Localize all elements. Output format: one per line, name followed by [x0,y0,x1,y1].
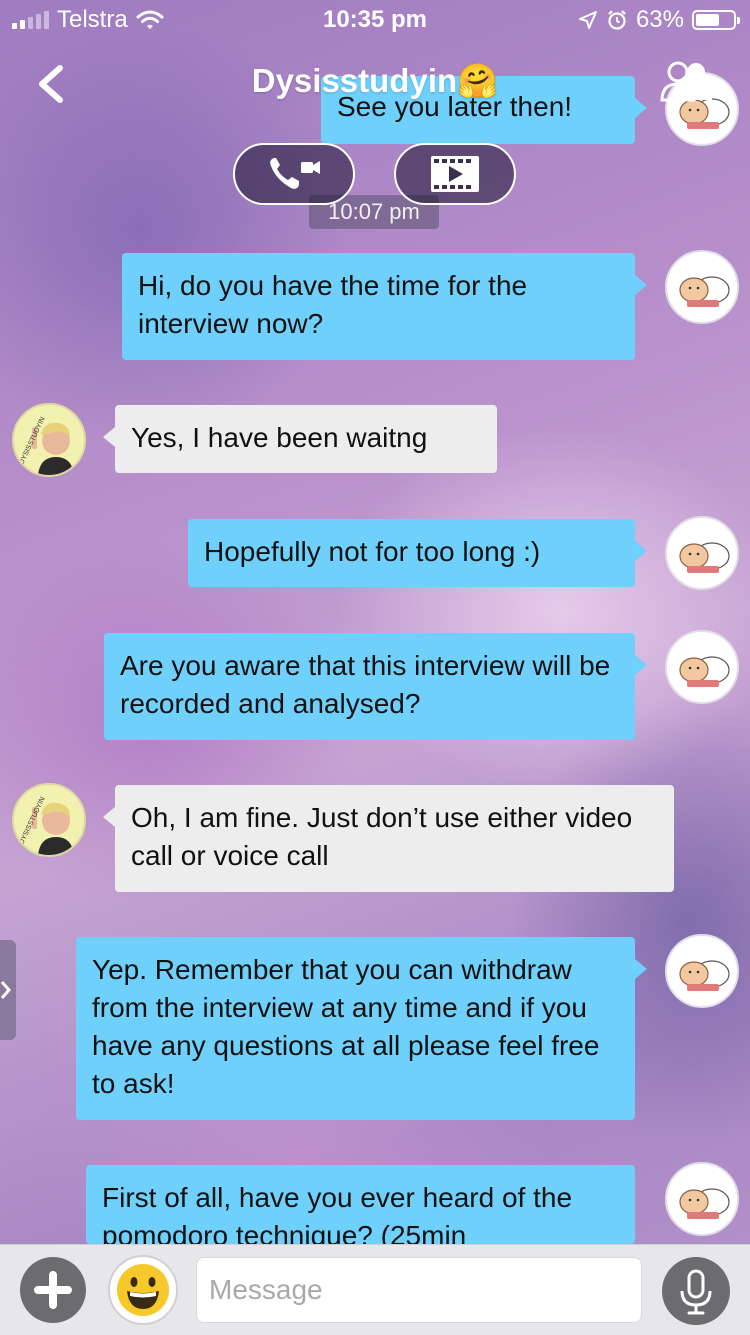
message-bubble-incoming[interactable]: Oh, I am fine. Just don’t use either vid… [103,785,674,892]
battery-percent: 63% [635,6,684,33]
side-drawer-handle[interactable] [0,940,16,1040]
bear-bunny-avatar-icon [679,1188,730,1219]
bear-bunny-avatar-icon [679,542,730,573]
contact-photo-icon: DYSISSTUDYIN [18,416,74,475]
battery-fill [696,14,719,26]
message-input[interactable] [196,1257,642,1323]
contact-avatar[interactable]: DYSISSTUDYIN [12,783,86,857]
microphone-icon [680,1269,712,1315]
message-bubble-outgoing[interactable]: Hopefully not for too long :) [188,519,647,587]
message-bubble-incoming[interactable]: Yes, I have been waitng [103,405,497,473]
location-arrow-icon [578,11,597,29]
voice-call-button[interactable] [233,143,355,205]
phone-video-icon [270,158,320,189]
my-avatar[interactable] [665,1162,739,1236]
alarm-clock-icon [608,10,626,30]
message-bubble-outgoing[interactable]: Are you aware that this interview will b… [104,633,647,740]
film-play-icon [431,156,479,192]
status-right: 63% [578,6,740,34]
composer-bar [0,1244,750,1335]
my-avatar[interactable] [665,934,739,1008]
status-bar: Telstra 10:35 pm 63% [0,0,750,40]
message-bubble-outgoing[interactable]: Hi, do you have the time for the intervi… [122,253,647,360]
contact-photo-icon: DYSISSTUDYIN [18,796,74,855]
plus-icon [34,1271,72,1309]
grinning-emoji-icon [117,1264,169,1316]
my-avatar[interactable] [665,516,739,590]
bear-bunny-avatar-icon [679,276,730,307]
message-bubble-outgoing[interactable]: Yep. Remember that you can withdraw from… [76,937,647,1120]
battery-icon [692,10,740,30]
bear-bunny-avatar-icon [679,656,730,687]
my-avatar[interactable] [665,630,739,704]
bear-bunny-avatar-icon [679,960,730,991]
contact-avatar[interactable]: DYSISSTUDYIN [12,403,86,477]
voice-message-button[interactable] [662,1257,730,1325]
message-bubble-outgoing[interactable]: First of all, have you ever heard of the… [86,1165,635,1244]
chat-title[interactable]: Dysisstudyin🤗 [0,62,750,101]
video-call-button[interactable] [394,143,516,205]
my-avatar[interactable] [665,250,739,324]
members-icon[interactable] [658,60,718,104]
chevron-right-icon [0,981,11,999]
add-attachment-button[interactable] [20,1257,86,1323]
emoji-button[interactable] [108,1255,178,1325]
